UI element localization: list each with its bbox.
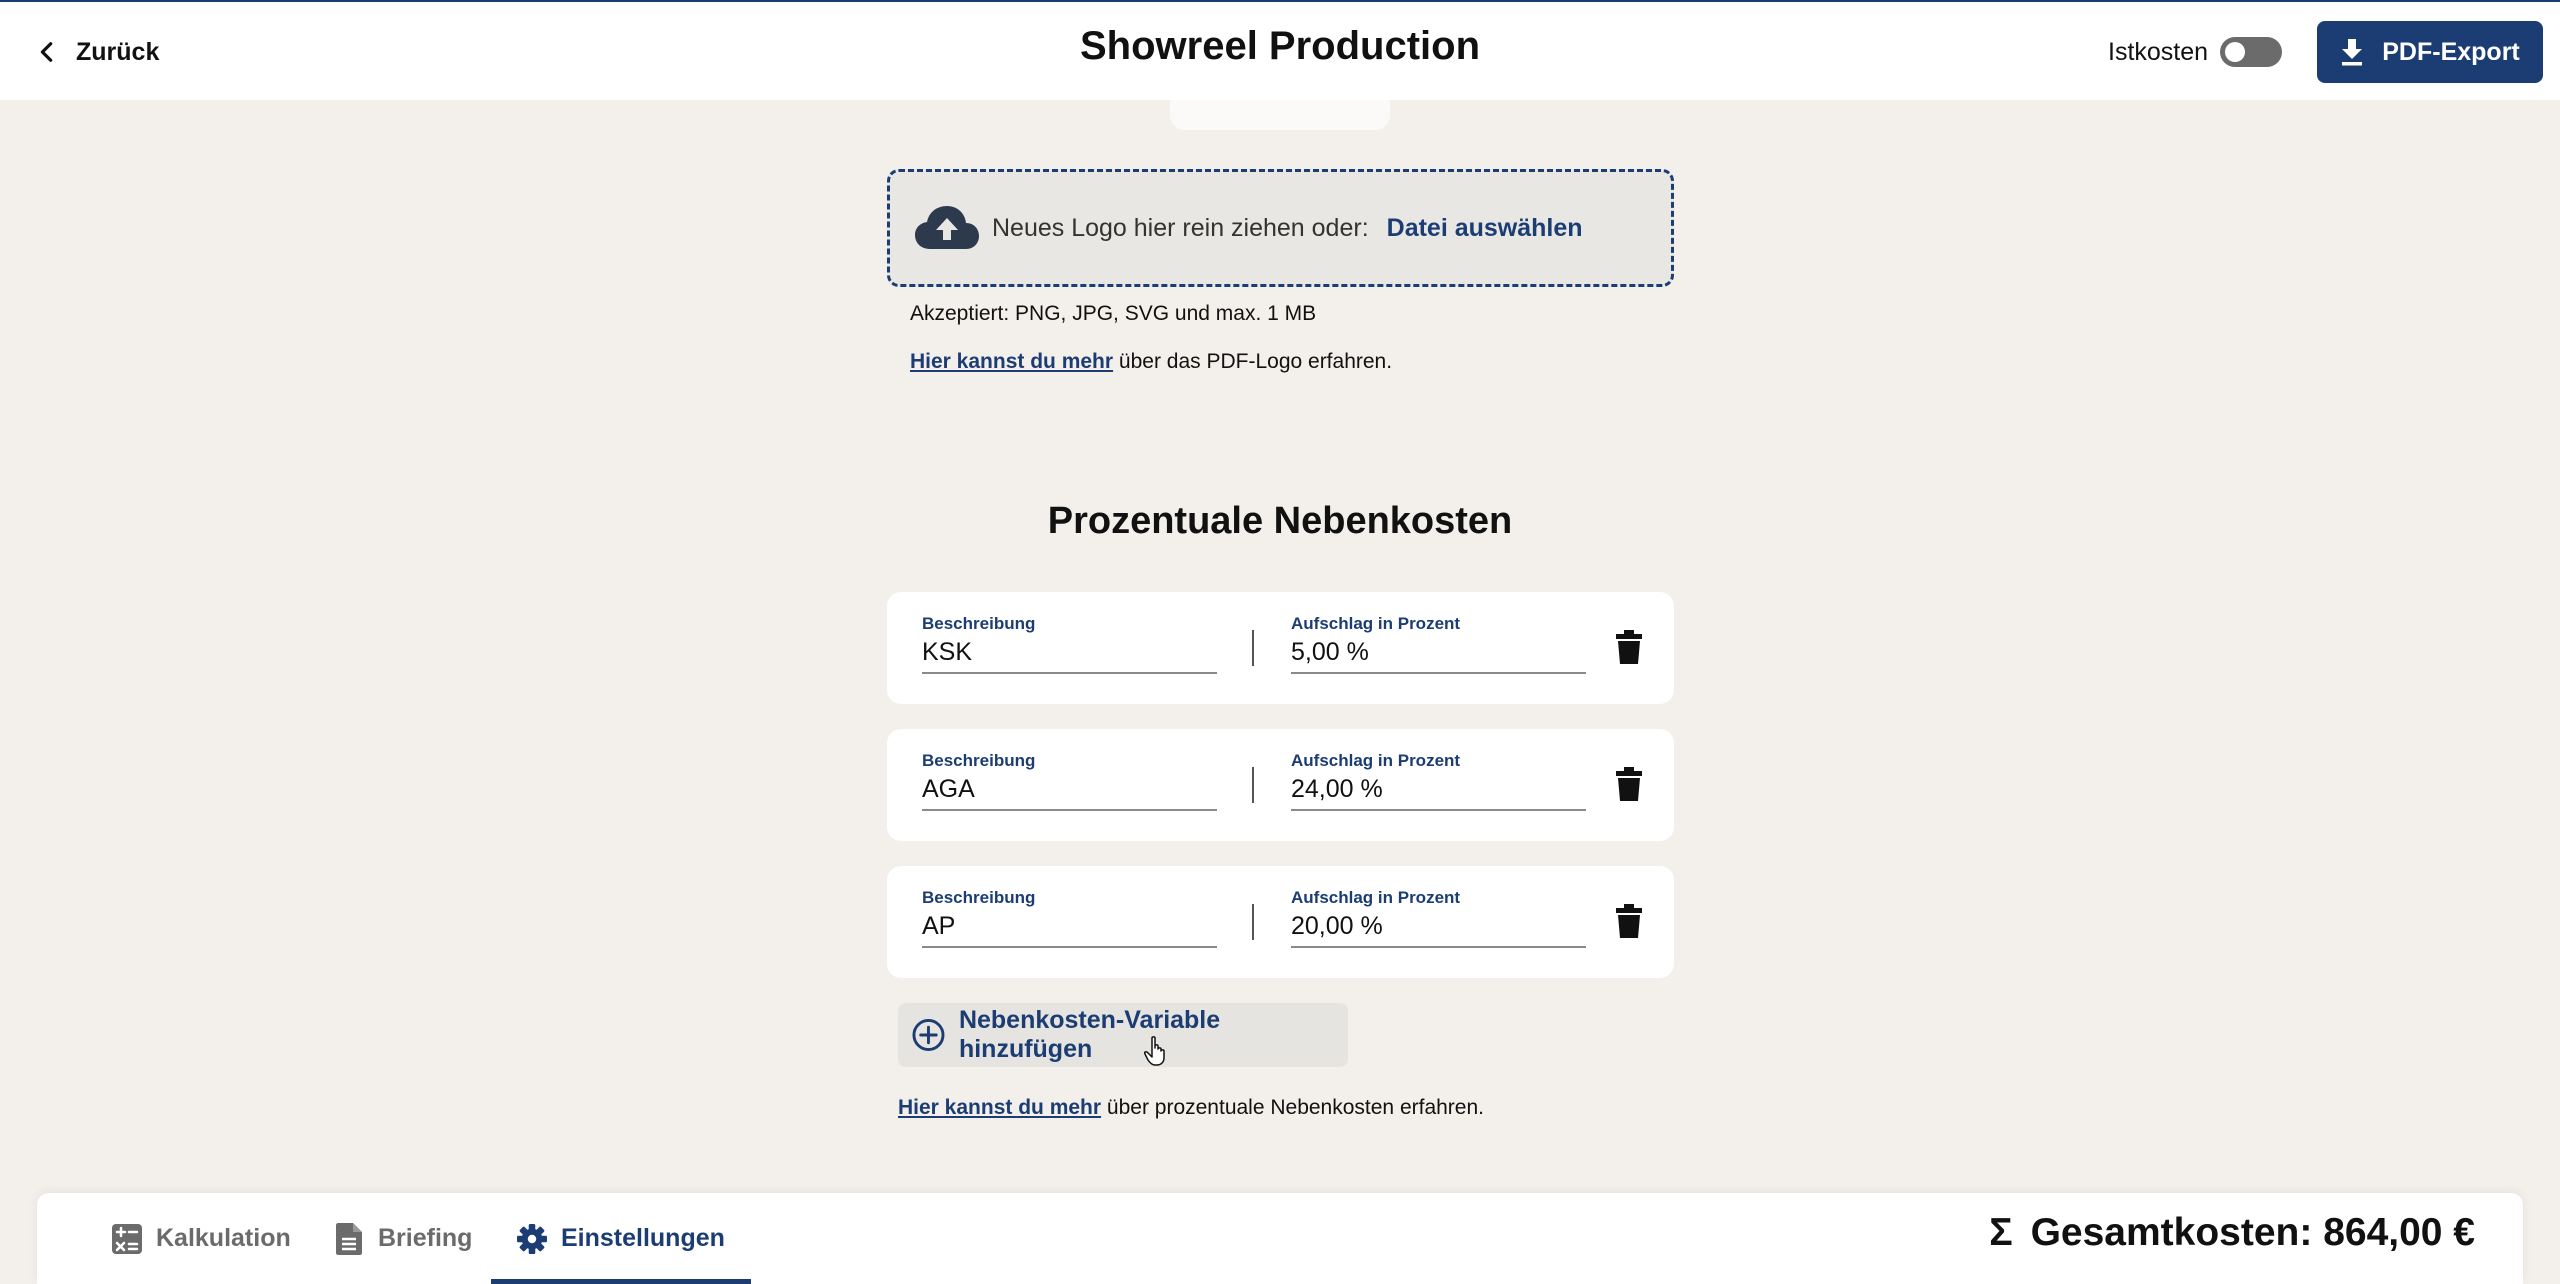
description-value: AP [922, 912, 956, 940]
total-costs-label: Gesamtkosten: 864,00 € [2030, 1211, 2475, 1254]
sigma-icon: Σ [1989, 1211, 2013, 1254]
download-icon [2342, 39, 2363, 66]
gear-icon [517, 1223, 547, 1254]
percent-field[interactable]: Aufschlag in Prozent 20,00 % [1291, 888, 1586, 948]
document-icon [336, 1222, 362, 1255]
pdf-export-button[interactable]: PDF-Export [2317, 21, 2543, 83]
nebenkosten-info-text: Hier kannst du mehr über prozentuale Neb… [898, 1096, 1484, 1120]
trash-icon[interactable] [1616, 904, 1642, 938]
cost-row: Beschreibung AGA Aufschlag in Prozent 24… [887, 729, 1674, 841]
calculator-icon [112, 1223, 142, 1254]
nebenkosten-info-rest: über prozentuale Nebenkosten erfahren. [1106, 1096, 1484, 1119]
field-divider [1252, 630, 1254, 666]
tab-einstellungen[interactable]: Einstellungen [491, 1193, 751, 1284]
section-title: Prozentuale Nebenkosten [1047, 500, 1513, 542]
tab-briefing-label: Briefing [378, 1224, 473, 1252]
percent-field[interactable]: Aufschlag in Prozent 24,00 % [1291, 751, 1586, 811]
description-value: KSK [922, 638, 973, 666]
percent-label: Aufschlag in Prozent [1291, 614, 1461, 633]
description-label: Beschreibung [922, 888, 1036, 907]
logo-dropzone[interactable]: Neues Logo hier rein ziehen oder: Datei … [887, 169, 1674, 287]
istkosten-toggle[interactable] [2220, 37, 2283, 67]
istkosten-control: Istkosten [2108, 32, 2283, 72]
logo-info-text: Hier kannst du mehr über das PDF-Logo er… [910, 350, 1392, 374]
add-cost-variable-button[interactable]: Nebenkosten-Variable hinzufügen [898, 1003, 1348, 1067]
istkosten-label: Istkosten [2108, 37, 2209, 66]
hand-cursor-icon [1144, 1036, 1165, 1066]
tab-einstellungen-label: Einstellungen [561, 1224, 725, 1252]
logo-info-rest: über das PDF-Logo erfahren. [1118, 350, 1393, 373]
description-value: AGA [922, 775, 975, 803]
field-divider [1252, 904, 1254, 940]
field-divider [1252, 767, 1254, 803]
cloud-upload-icon [915, 206, 979, 249]
cost-row: Beschreibung AP Aufschlag in Prozent 20,… [887, 866, 1674, 978]
trash-icon[interactable] [1616, 630, 1642, 664]
description-label: Beschreibung [922, 614, 1036, 633]
cost-row: Beschreibung KSK Aufschlag in Prozent 5,… [887, 592, 1674, 704]
pdf-export-label: PDF-Export [2382, 37, 2520, 66]
percent-field[interactable]: Aufschlag in Prozent 5,00 % [1291, 614, 1586, 674]
bottom-bar: Kalkulation Briefing Einstellungen Σ Ges… [37, 1193, 2523, 1284]
total-costs: Σ Gesamtkosten: 864,00 € [1989, 1211, 2475, 1255]
description-field[interactable]: Beschreibung AGA [922, 751, 1217, 811]
plus-circle-icon [912, 1019, 945, 1051]
percent-label: Aufschlag in Prozent [1291, 888, 1461, 907]
select-file-link[interactable]: Datei auswählen [1387, 214, 1583, 243]
dropzone-text: Neues Logo hier rein ziehen oder: [992, 213, 1369, 242]
tab-kalkulation[interactable]: Kalkulation [112, 1193, 291, 1284]
description-label: Beschreibung [922, 751, 1036, 770]
description-field[interactable]: Beschreibung AP [922, 888, 1217, 948]
percent-value: 20,00 % [1291, 912, 1383, 940]
nebenkosten-info-link[interactable]: Hier kannst du mehr [898, 1096, 1101, 1119]
percent-value: 5,00 % [1291, 638, 1369, 666]
tab-briefing[interactable]: Briefing [334, 1193, 472, 1284]
logo-info-link[interactable]: Hier kannst du mehr [910, 350, 1113, 373]
panel-top-edge [1170, 100, 1390, 130]
trash-icon[interactable] [1616, 767, 1642, 801]
percent-value: 24,00 % [1291, 775, 1383, 803]
accepted-formats-text: Akzeptiert: PNG, JPG, SVG und max. 1 MB [910, 302, 1317, 325]
top-bar: Zurück Showreel Production Istkosten PDF… [0, 0, 2560, 100]
percent-label: Aufschlag in Prozent [1291, 751, 1461, 770]
tab-kalkulation-label: Kalkulation [156, 1224, 291, 1252]
description-field[interactable]: Beschreibung KSK [922, 614, 1217, 674]
